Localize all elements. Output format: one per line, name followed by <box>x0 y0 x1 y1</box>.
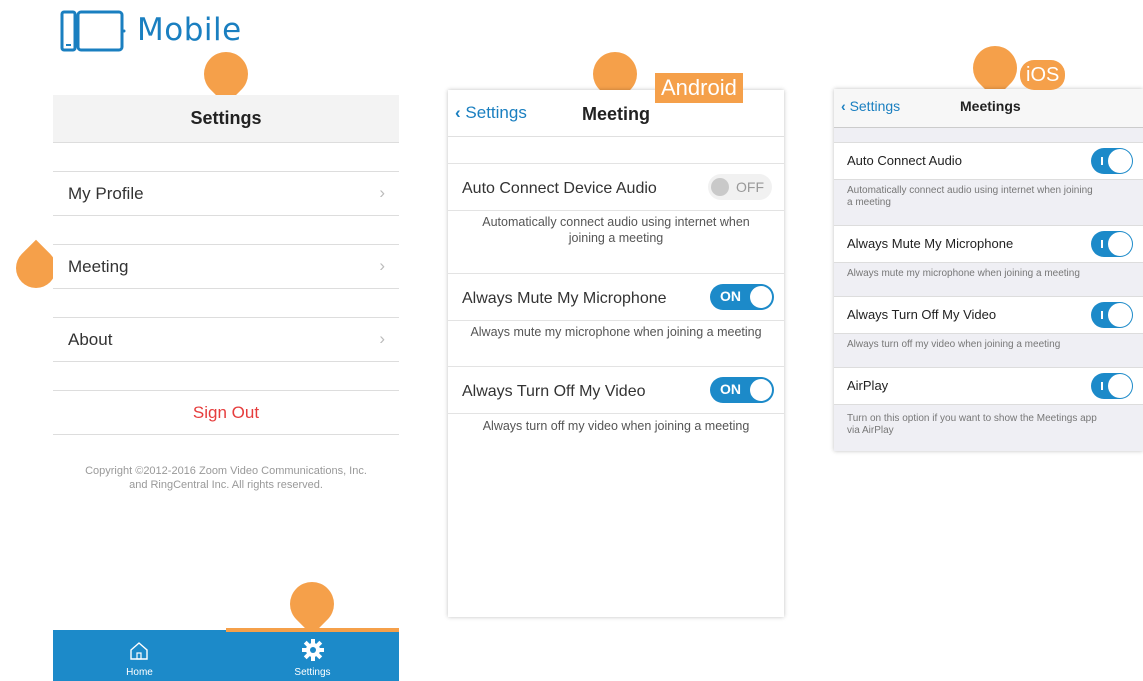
setting-row-mute-mic: Always Mute My Microphone ON <box>448 273 784 321</box>
airplay-toggle[interactable] <box>1091 373 1133 399</box>
ios-setting-row-video-off: Always Turn Off My Video <box>834 296 1143 334</box>
auto-connect-toggle[interactable]: OFF <box>708 174 772 200</box>
gear-icon <box>302 639 324 661</box>
back-label: Settings <box>465 103 527 122</box>
ios-setting-row-auto-connect: Auto Connect Audio <box>834 142 1143 180</box>
ios-setting-row-airplay: AirPlay <box>834 367 1143 405</box>
settings-item-my-profile[interactable]: My Profile › <box>53 171 399 216</box>
chevron-left-icon: ‹ <box>455 103 461 122</box>
tab-label: Settings <box>294 667 331 678</box>
setting-row-video-off: Always Turn Off My Video ON <box>448 366 784 414</box>
toggle-on-mark <box>1101 311 1103 319</box>
setting-label: Always Mute My Microphone <box>847 236 1014 251</box>
back-button[interactable]: ‹ Settings <box>455 103 527 123</box>
chevron-right-icon: › <box>379 183 385 202</box>
setting-description: Always turn off my video when joining a … <box>847 339 1137 351</box>
auto-connect-toggle[interactable] <box>1091 148 1133 174</box>
marker-settings-tab <box>280 572 344 636</box>
android-callout: Android <box>655 73 743 103</box>
description-line: Automatically connect audio using intern… <box>482 215 750 229</box>
copyright-line: Copyright ©2012-2016 Zoom Video Communic… <box>85 465 367 477</box>
description-line: Always turn off my video when joining a … <box>482 419 750 433</box>
settings-item-meeting[interactable]: Meeting › <box>53 244 399 289</box>
setting-label: AirPlay <box>847 378 889 393</box>
description-line: joining a meeting <box>568 231 664 245</box>
toggle-state: ON <box>720 288 741 304</box>
description-line: Automatically connect audio using intern… <box>847 185 1093 196</box>
description-line: Always mute my microphone when joining a… <box>847 268 1080 279</box>
setting-label: Always Turn Off My Video <box>847 307 997 322</box>
chevron-right-icon: › <box>379 256 385 275</box>
chevron-left-icon: ‹ <box>841 98 846 114</box>
toggle-knob <box>1108 149 1132 173</box>
tab-bar: Home Settings <box>53 630 399 681</box>
chevron-right-icon: › <box>379 329 385 348</box>
toggle-knob <box>750 286 772 308</box>
toggle-knob <box>1108 232 1132 256</box>
mobile-device-icon <box>60 10 126 52</box>
setting-description: Turn on this option if you want to show … <box>847 413 1137 437</box>
settings-item-label: My Profile <box>68 184 144 203</box>
active-tab-indicator <box>226 628 399 632</box>
description-line: via AirPlay <box>847 425 894 436</box>
tab-home[interactable]: Home <box>53 630 226 681</box>
toggle-on-mark <box>1101 240 1103 248</box>
ios-page-title: Meetings <box>960 98 1021 114</box>
toggle-knob <box>1108 303 1132 327</box>
android-page-title: Meeting <box>582 104 651 124</box>
video-off-toggle[interactable]: ON <box>710 377 774 403</box>
setting-row-auto-connect: Auto Connect Device Audio OFF <box>448 163 784 211</box>
settings-item-label: About <box>68 330 113 349</box>
page-title: Settings <box>190 108 262 128</box>
toggle-state: OFF <box>736 179 764 195</box>
mute-mic-toggle[interactable]: ON <box>710 284 774 310</box>
settings-item-label: Meeting <box>68 257 129 276</box>
settings-item-about[interactable]: About › <box>53 317 399 362</box>
tab-settings[interactable]: Settings <box>226 630 399 681</box>
sign-out-button[interactable]: Sign Out <box>53 390 399 435</box>
copyright-text: Copyright ©2012-2016 Zoom Video Communic… <box>53 464 399 492</box>
toggle-knob <box>750 379 772 401</box>
sign-out-label: Sign Out <box>192 403 260 422</box>
description-line: a meeting <box>847 197 891 208</box>
ios-setting-row-mute-mic: Always Mute My Microphone <box>834 225 1143 263</box>
setting-label: Auto Connect Device Audio <box>462 180 657 197</box>
description-line: Always turn off my video when joining a … <box>847 339 1061 350</box>
brand-title: Mobile <box>137 12 242 48</box>
setting-description: Always mute my microphone when joining a… <box>448 324 784 340</box>
back-button[interactable]: ‹ Settings <box>841 98 900 114</box>
setting-label: Always Turn Off My Video <box>462 383 646 400</box>
setting-description: Automatically connect audio using intern… <box>448 214 784 246</box>
toggle-on-mark <box>1101 382 1103 390</box>
description-line: Always mute my microphone when joining a… <box>470 325 762 339</box>
toggle-on-mark <box>1101 157 1103 165</box>
home-icon <box>130 642 148 660</box>
setting-label: Always Mute My Microphone <box>462 290 667 307</box>
description-line: Turn on this option if you want to show … <box>847 413 1097 424</box>
back-label: Settings <box>849 98 901 114</box>
setting-description: Automatically connect audio using intern… <box>847 185 1137 209</box>
toggle-knob <box>711 178 729 196</box>
toggle-knob <box>1108 374 1132 398</box>
video-off-toggle[interactable] <box>1091 302 1133 328</box>
mute-mic-toggle[interactable] <box>1091 231 1133 257</box>
toggle-state: ON <box>720 381 741 397</box>
setting-label: Auto Connect Audio <box>847 153 962 168</box>
tab-label: Home <box>126 667 153 678</box>
ios-callout: iOS <box>1020 60 1066 90</box>
copyright-line: and RingCentral Inc. All rights reserved… <box>129 479 323 491</box>
setting-description: Always mute my microphone when joining a… <box>847 268 1137 280</box>
setting-description: Always turn off my video when joining a … <box>448 418 784 434</box>
